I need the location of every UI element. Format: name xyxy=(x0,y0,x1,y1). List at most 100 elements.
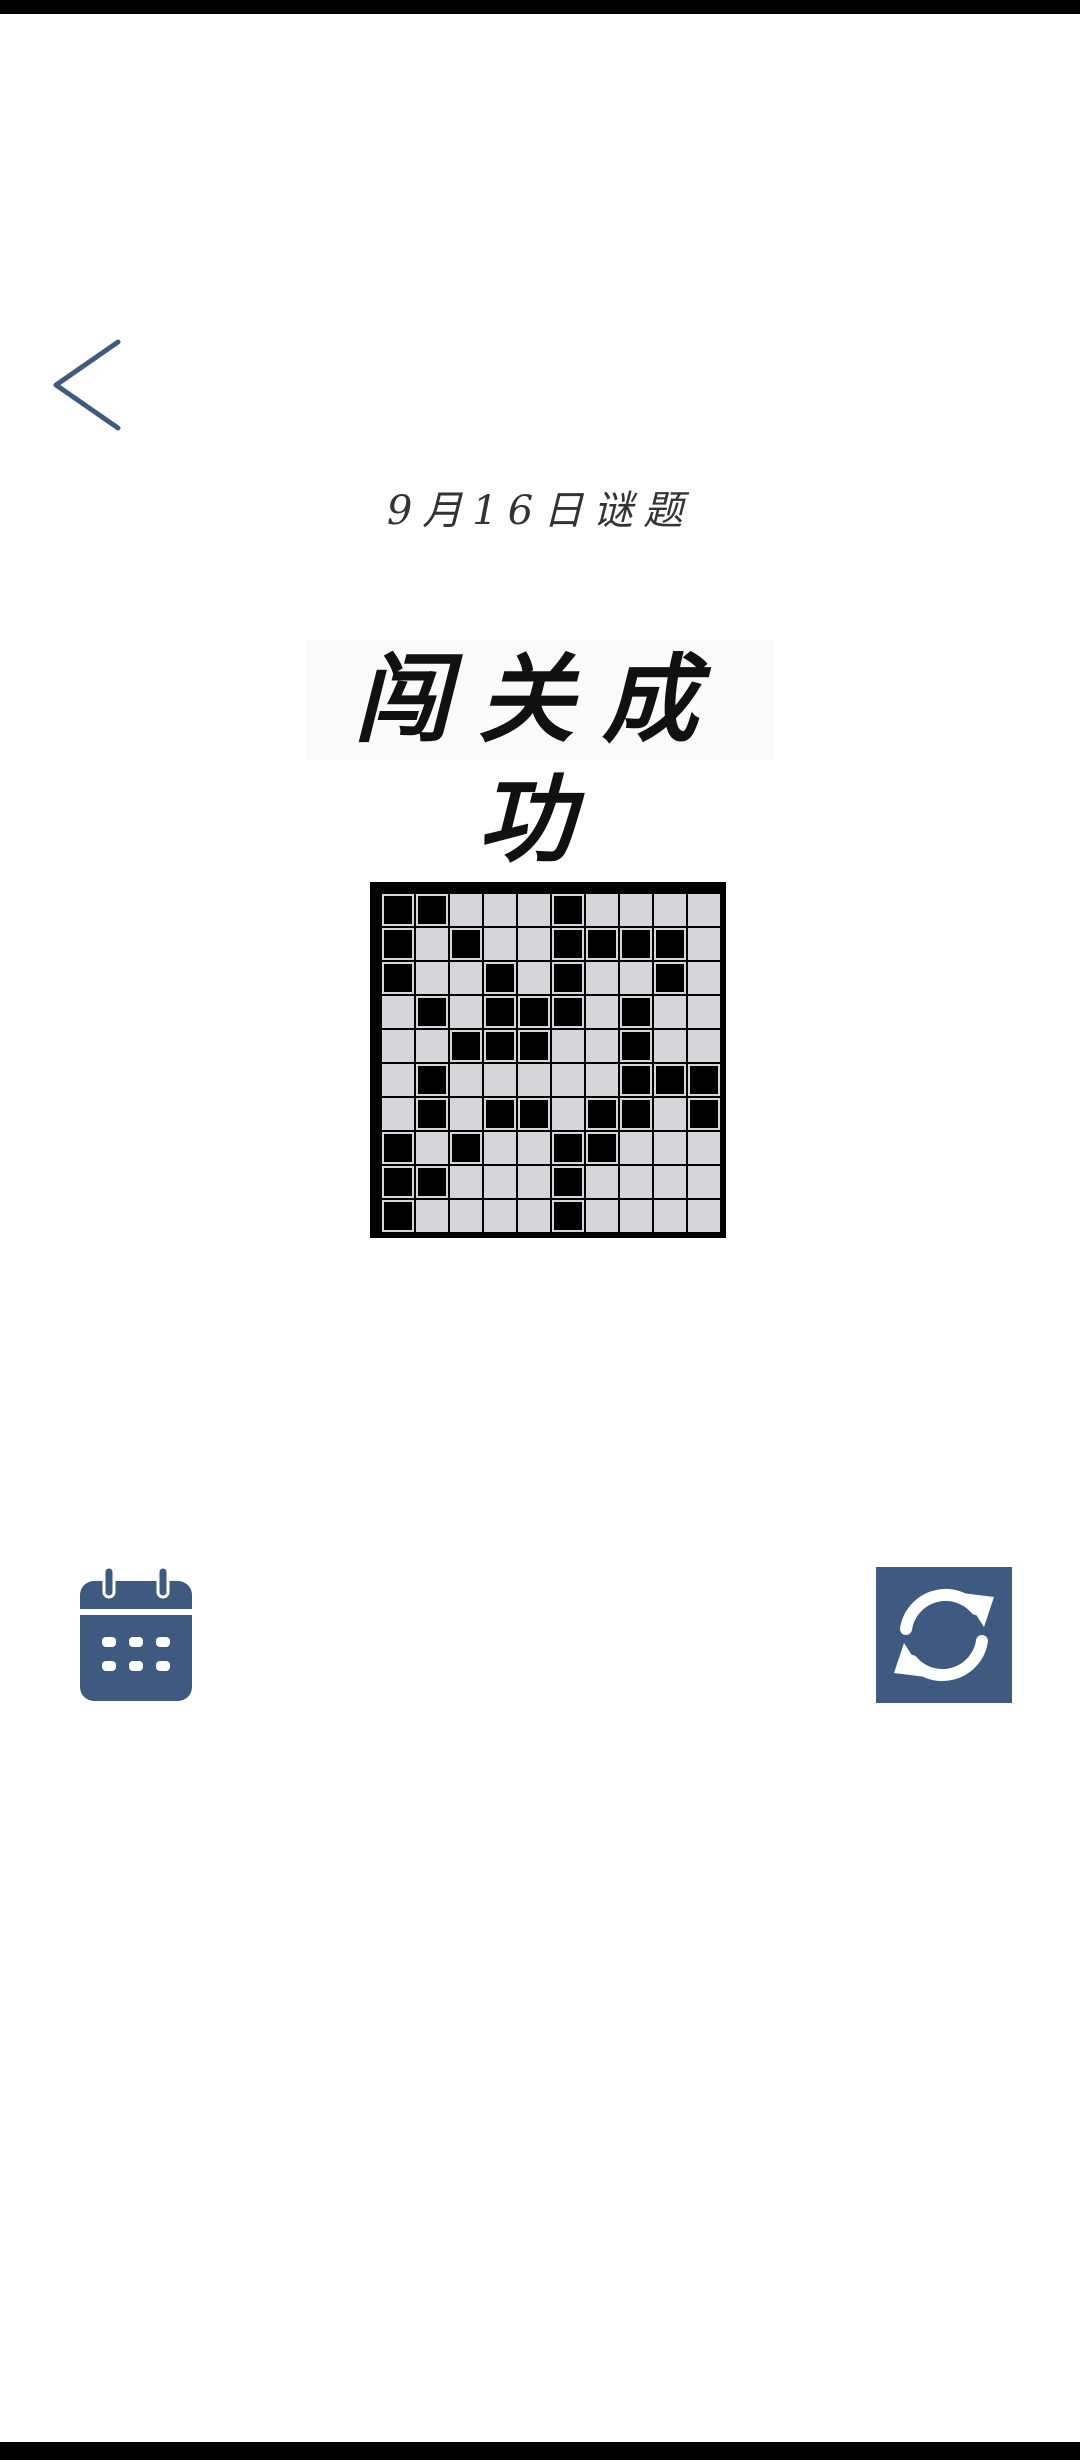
board-cell-empty xyxy=(688,1132,720,1164)
board-cell-empty xyxy=(518,1166,550,1198)
board-cell-filled xyxy=(552,1132,584,1164)
board-cell-filled xyxy=(382,1132,414,1164)
board-cell-empty xyxy=(450,1064,482,1096)
board-cell-filled xyxy=(552,1166,584,1198)
board-cell-filled xyxy=(416,996,448,1028)
board-cell-filled xyxy=(552,962,584,994)
board-cell-filled xyxy=(586,1132,618,1164)
board-cell-filled xyxy=(518,996,550,1028)
back-button[interactable] xyxy=(40,330,130,440)
board-cell-filled xyxy=(518,1030,550,1062)
board-cell-empty xyxy=(586,894,618,926)
board-cell-empty xyxy=(654,996,686,1028)
navigation-bar xyxy=(0,2442,1080,2460)
board-cell-filled xyxy=(484,996,516,1028)
board-cell-empty xyxy=(586,1030,618,1062)
board-cell-empty xyxy=(620,1166,652,1198)
board-cell-filled xyxy=(688,1064,720,1096)
board-cell-empty xyxy=(416,962,448,994)
board-cell-filled xyxy=(586,1098,618,1130)
board-cell-empty xyxy=(484,1132,516,1164)
board-cell-filled xyxy=(552,1200,584,1232)
board-cell-filled xyxy=(620,1030,652,1062)
board-cell-filled xyxy=(654,962,686,994)
board-cell-filled xyxy=(518,1098,550,1130)
board-cell-empty xyxy=(552,1030,584,1062)
board-cell-empty xyxy=(688,996,720,1028)
board-cell-filled xyxy=(552,894,584,926)
board-cell-filled xyxy=(416,1098,448,1130)
board-cell-empty xyxy=(416,1030,448,1062)
board-cell-empty xyxy=(450,894,482,926)
board-cell-empty xyxy=(654,1030,686,1062)
board-cell-filled xyxy=(552,996,584,1028)
calendar-button[interactable] xyxy=(76,1565,196,1705)
board-cell-empty xyxy=(688,1166,720,1198)
board-cell-empty xyxy=(416,1132,448,1164)
board-cell-filled xyxy=(382,962,414,994)
board-cell-empty xyxy=(484,894,516,926)
board-cell-filled xyxy=(382,928,414,960)
board-cell-filled xyxy=(382,894,414,926)
board-cell-filled xyxy=(620,1064,652,1096)
board-cell-empty xyxy=(620,962,652,994)
board-cell-filled xyxy=(416,1064,448,1096)
board-cell-filled xyxy=(654,1064,686,1096)
board-cell-empty xyxy=(620,1132,652,1164)
board-cell-empty xyxy=(382,1098,414,1130)
board-cell-filled xyxy=(620,928,652,960)
board-cell-empty xyxy=(552,1098,584,1130)
board-cell-empty xyxy=(654,1166,686,1198)
board-cell-empty xyxy=(450,1166,482,1198)
board-cell-filled xyxy=(450,928,482,960)
status-bar xyxy=(0,0,1080,14)
puzzle-date-title: 9月16日谜题 xyxy=(386,488,694,534)
board-cell-filled xyxy=(416,1166,448,1198)
board-cell-empty xyxy=(518,1200,550,1232)
board-cell-filled xyxy=(484,962,516,994)
board-cell-empty xyxy=(654,1098,686,1130)
board-cell-empty xyxy=(518,1064,550,1096)
calendar-icon xyxy=(80,1565,192,1701)
board-cell-filled xyxy=(382,1166,414,1198)
board-cell-empty xyxy=(620,894,652,926)
board-cell-empty xyxy=(552,1064,584,1096)
board-cell-empty xyxy=(688,894,720,926)
board-cell-filled xyxy=(484,1030,516,1062)
board-cell-filled xyxy=(620,996,652,1028)
board-cell-empty xyxy=(450,1200,482,1232)
board-cell-empty xyxy=(416,1200,448,1232)
board-cell-empty xyxy=(688,962,720,994)
board-cell-empty xyxy=(654,894,686,926)
board-cell-empty xyxy=(518,894,550,926)
board-cell-empty xyxy=(654,1132,686,1164)
board-cell-filled xyxy=(586,928,618,960)
board-cell-empty xyxy=(586,996,618,1028)
board-cell-filled xyxy=(620,1098,652,1130)
board-cell-empty xyxy=(450,996,482,1028)
refresh-icon xyxy=(894,1588,994,1682)
board-cell-empty xyxy=(382,1064,414,1096)
board-cell-empty xyxy=(620,1200,652,1232)
puzzle-board xyxy=(370,882,726,1238)
board-cell-empty xyxy=(688,1200,720,1232)
board-cell-filled xyxy=(450,1132,482,1164)
board-cell-empty xyxy=(654,1200,686,1232)
success-title: 闯关成功 xyxy=(305,640,775,876)
board-cell-empty xyxy=(586,962,618,994)
board-cell-empty xyxy=(484,1064,516,1096)
refresh-button[interactable] xyxy=(876,1567,1012,1703)
board-cell-empty xyxy=(450,962,482,994)
board-cell-empty xyxy=(484,1200,516,1232)
board-grid xyxy=(382,894,720,1232)
board-cell-filled xyxy=(552,928,584,960)
board-cell-empty xyxy=(586,1200,618,1232)
board-cell-empty xyxy=(518,928,550,960)
board-cell-empty xyxy=(416,928,448,960)
board-cell-empty xyxy=(450,1098,482,1130)
board-cell-empty xyxy=(484,1166,516,1198)
board-cell-empty xyxy=(586,1064,618,1096)
board-cell-filled xyxy=(688,1098,720,1130)
board-cell-empty xyxy=(382,1030,414,1062)
board-cell-empty xyxy=(484,928,516,960)
